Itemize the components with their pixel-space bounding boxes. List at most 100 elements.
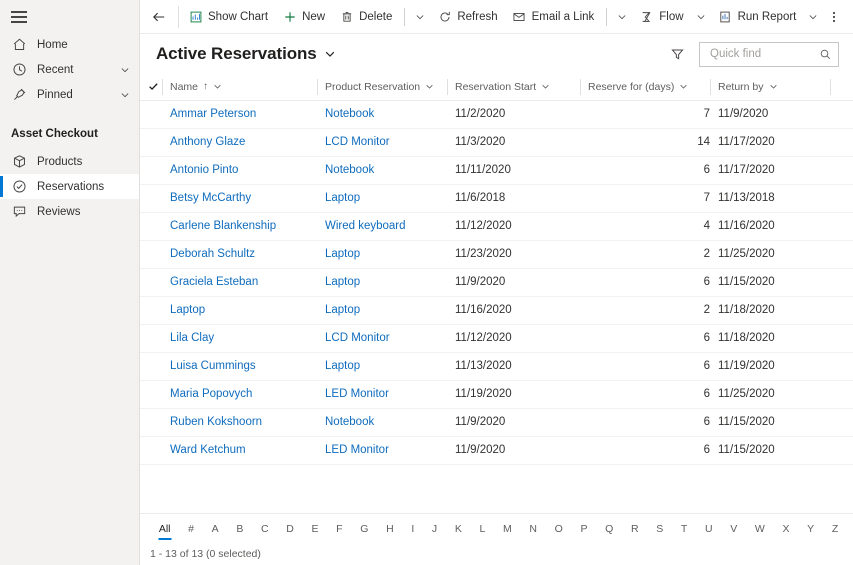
alpha-filter-item-e[interactable]: E bbox=[303, 519, 328, 539]
alpha-filter-item-n[interactable]: N bbox=[521, 519, 546, 539]
cell-product-reservation[interactable]: LED Monitor bbox=[317, 380, 447, 409]
cell-product-reservation[interactable]: Notebook bbox=[317, 156, 447, 185]
cell-product-reservation[interactable]: Laptop bbox=[317, 240, 447, 269]
cell-product-reservation-link[interactable]: LED Monitor bbox=[325, 388, 389, 400]
table-row[interactable]: Anthony Glaze LCD Monitor 11/3/2020 14 11/17… bbox=[140, 128, 853, 157]
search-input[interactable] bbox=[708, 47, 819, 61]
cell-name-link[interactable]: Deborah Schultz bbox=[170, 248, 255, 260]
alpha-filter-item-z[interactable]: Z bbox=[823, 519, 847, 539]
cell-name[interactable]: Anthony Glaze bbox=[162, 128, 317, 157]
table-row[interactable]: Lila Clay LCD Monitor 11/12/2020 6 11/18/202… bbox=[140, 324, 853, 353]
cell-product-reservation[interactable]: LCD Monitor bbox=[317, 128, 447, 157]
alpha-filter-item-l[interactable]: L bbox=[471, 519, 495, 539]
table-row[interactable]: Ruben Kokshoorn Notebook 11/9/2020 6 11/15/2… bbox=[140, 408, 853, 437]
sidebar-item-home[interactable]: Home bbox=[0, 32, 139, 57]
cell-name-link[interactable]: Graciela Esteban bbox=[170, 276, 258, 288]
cell-name[interactable]: Betsy McCarthy bbox=[162, 184, 317, 213]
run-report-chevron-down-icon[interactable] bbox=[803, 2, 823, 32]
cell-product-reservation[interactable]: LCD Monitor bbox=[317, 324, 447, 353]
column-header-return-by[interactable]: Return by bbox=[710, 74, 830, 101]
row-checkbox[interactable] bbox=[140, 212, 162, 241]
cell-product-reservation-link[interactable]: Wired keyboard bbox=[325, 220, 406, 232]
row-checkbox[interactable] bbox=[140, 380, 162, 409]
cell-product-reservation[interactable]: LED Monitor bbox=[317, 436, 447, 465]
cell-name-link[interactable]: Maria Popovych bbox=[170, 388, 252, 400]
cell-name[interactable]: Ammar Peterson bbox=[162, 100, 317, 129]
cell-product-reservation-link[interactable]: LCD Monitor bbox=[325, 136, 390, 148]
column-header-reservation-start[interactable]: Reservation Start bbox=[447, 74, 580, 101]
cell-product-reservation[interactable]: Notebook bbox=[317, 408, 447, 437]
table-row[interactable]: Laptop Laptop 11/16/2020 2 11/18/2020 bbox=[140, 296, 853, 325]
table-row[interactable]: Maria Popovych LED Monitor 11/19/2020 6 11/2… bbox=[140, 380, 853, 409]
chevron-down-icon[interactable] bbox=[769, 82, 778, 91]
alpha-filter-item-k[interactable]: K bbox=[446, 519, 471, 539]
chevron-down-icon[interactable] bbox=[119, 64, 131, 76]
cell-product-reservation-link[interactable]: LED Monitor bbox=[325, 444, 389, 456]
cell-product-reservation-link[interactable]: Notebook bbox=[325, 108, 374, 120]
cell-name-link[interactable]: Betsy McCarthy bbox=[170, 192, 251, 204]
alpha-filter-item-v[interactable]: V bbox=[721, 519, 746, 539]
cell-name[interactable]: Ruben Kokshoorn bbox=[162, 408, 317, 437]
row-checkbox[interactable] bbox=[140, 268, 162, 297]
cell-name[interactable]: Maria Popovych bbox=[162, 380, 317, 409]
flow-button[interactable]: Flow bbox=[632, 2, 690, 32]
alpha-filter-item-h[interactable]: H bbox=[377, 519, 402, 539]
cell-name-link[interactable]: Luisa Cummings bbox=[170, 360, 256, 372]
cell-name[interactable]: Lila Clay bbox=[162, 324, 317, 353]
alpha-filter-item-u[interactable]: U bbox=[696, 519, 721, 539]
cell-name-link[interactable]: Ward Ketchum bbox=[170, 444, 246, 456]
cell-name[interactable]: Ward Ketchum bbox=[162, 436, 317, 465]
search-icon[interactable] bbox=[819, 47, 832, 61]
refresh-button[interactable]: Refresh bbox=[430, 2, 504, 32]
ellipsis-vertical-icon[interactable] bbox=[823, 2, 845, 32]
alpha-filter-item-y[interactable]: Y bbox=[798, 519, 823, 539]
show-chart-button[interactable]: Show Chart bbox=[181, 2, 275, 32]
column-header-reserve-for-days[interactable]: Reserve for (days) bbox=[580, 74, 710, 101]
sidebar-item-products[interactable]: Products bbox=[0, 149, 139, 174]
view-selector[interactable]: Active Reservations bbox=[156, 44, 336, 64]
alpha-filter-item-r[interactable]: R bbox=[622, 519, 647, 539]
alpha-filter-item-hash[interactable]: # bbox=[179, 519, 203, 539]
alpha-filter-item-b[interactable]: B bbox=[228, 519, 253, 539]
cell-name-link[interactable]: Carlene Blankenship bbox=[170, 220, 276, 232]
chevron-down-icon[interactable] bbox=[324, 48, 336, 60]
cell-name-link[interactable]: Ruben Kokshoorn bbox=[170, 416, 262, 428]
cell-name[interactable]: Luisa Cummings bbox=[162, 352, 317, 381]
cell-name[interactable]: Carlene Blankenship bbox=[162, 212, 317, 241]
table-row[interactable]: Luisa Cummings Laptop 11/13/2020 6 11/19/202… bbox=[140, 352, 853, 381]
row-checkbox[interactable] bbox=[140, 240, 162, 269]
sidebar-item-reservations[interactable]: Reservations bbox=[0, 174, 139, 199]
cell-product-reservation-link[interactable]: LCD Monitor bbox=[325, 332, 390, 344]
cell-name-link[interactable]: Ammar Peterson bbox=[170, 108, 256, 120]
table-row[interactable]: Ammar Peterson Notebook 11/2/2020 7 11/9/202… bbox=[140, 100, 853, 129]
row-checkbox[interactable] bbox=[140, 100, 162, 129]
cell-name[interactable]: Antonio Pinto bbox=[162, 156, 317, 185]
row-checkbox[interactable] bbox=[140, 352, 162, 381]
filter-icon[interactable] bbox=[665, 42, 689, 66]
row-checkbox[interactable] bbox=[140, 184, 162, 213]
table-row[interactable]: Antonio Pinto Notebook 11/11/2020 6 11/17/20… bbox=[140, 156, 853, 185]
alpha-filter-item-i[interactable]: I bbox=[403, 519, 424, 539]
row-checkbox[interactable] bbox=[140, 156, 162, 185]
column-header-product-reservation[interactable]: Product Reservation bbox=[317, 74, 447, 101]
alpha-filter-item-d[interactable]: D bbox=[277, 519, 302, 539]
delete-button[interactable]: Delete bbox=[332, 2, 399, 32]
cell-product-reservation-link[interactable]: Laptop bbox=[325, 192, 360, 204]
cell-name[interactable]: Laptop bbox=[162, 296, 317, 325]
alpha-filter-item-all[interactable]: All bbox=[150, 519, 179, 539]
back-arrow-icon[interactable] bbox=[144, 2, 174, 32]
search-box[interactable] bbox=[699, 41, 839, 67]
table-row[interactable]: Betsy McCarthy Laptop 11/6/2018 7 11/13/2018 bbox=[140, 184, 853, 213]
cell-product-reservation-link[interactable]: Laptop bbox=[325, 304, 360, 316]
alpha-filter-item-s[interactable]: S bbox=[647, 519, 672, 539]
cell-product-reservation-link[interactable]: Notebook bbox=[325, 164, 374, 176]
new-button[interactable]: New bbox=[275, 2, 332, 32]
cell-name-link[interactable]: Anthony Glaze bbox=[170, 136, 245, 148]
cell-name-link[interactable]: Antonio Pinto bbox=[170, 164, 238, 176]
cell-name-link[interactable]: Laptop bbox=[170, 304, 205, 316]
chevron-down-icon[interactable] bbox=[213, 82, 222, 91]
chevron-down-icon[interactable] bbox=[119, 89, 131, 101]
cell-product-reservation-link[interactable]: Laptop bbox=[325, 248, 360, 260]
hamburger-icon[interactable] bbox=[11, 11, 27, 23]
sidebar-item-reviews[interactable]: Reviews bbox=[0, 199, 139, 224]
